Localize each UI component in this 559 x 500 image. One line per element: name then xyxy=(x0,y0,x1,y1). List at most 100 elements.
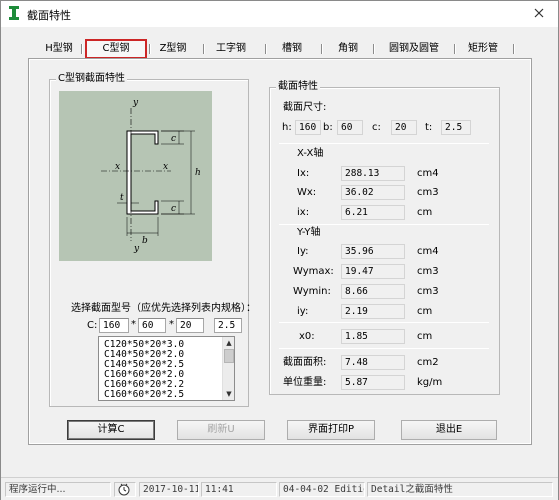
clock-cell xyxy=(114,482,136,497)
tab-z-steel[interactable]: Z型钢 xyxy=(153,39,193,59)
scroll-up-arrow-icon[interactable]: ▲ xyxy=(225,339,233,347)
scroll-thumb[interactable] xyxy=(224,349,234,363)
dim-c-value: 20 xyxy=(391,120,417,135)
prop-iy-cap-unit: cm4 xyxy=(417,246,439,257)
tab-i-beam[interactable]: 工字钢 xyxy=(209,39,253,59)
input-b[interactable]: 60 xyxy=(138,318,166,333)
prop-wymin-unit: cm3 xyxy=(417,286,439,297)
c-section-diagram: y y x x c c h t b xyxy=(59,91,212,261)
window-title: 截面特性 xyxy=(27,9,71,22)
dim-h-label: h: xyxy=(282,122,292,133)
status-time: 11:41 xyxy=(201,482,277,497)
input-h[interactable]: 160 xyxy=(99,318,129,333)
prop-x0-label: x0: xyxy=(299,331,315,342)
prop-weight-value: 5.87 xyxy=(341,375,405,390)
divider xyxy=(279,322,489,323)
prop-ix-cap-value: 288.13 xyxy=(341,166,405,181)
prop-wymin-value: 8.66 xyxy=(341,284,405,299)
prop-iy-label: iy: xyxy=(297,306,309,317)
print-screen-button[interactable]: 界面打印P xyxy=(287,420,375,440)
status-date: 2017-10-11 xyxy=(139,482,199,497)
separator-star: * xyxy=(131,319,136,330)
c-section-drawing: y y x x c c h t b xyxy=(101,98,201,254)
prop-area-unit: cm2 xyxy=(417,357,439,368)
exit-button[interactable]: 退出E xyxy=(401,420,497,440)
section-dims-title: 截面尺寸: xyxy=(283,102,327,113)
input-c[interactable]: 20 xyxy=(176,318,204,333)
label-c-top: c xyxy=(171,134,176,144)
prop-wymax-unit: cm3 xyxy=(417,266,439,277)
section-model-list[interactable]: C120*50*20*3.0 C140*50*20*2.0 C140*50*20… xyxy=(98,336,235,401)
prop-ix-value: 6.21 xyxy=(341,205,405,220)
prop-wymax-value: 19.47 xyxy=(341,264,405,279)
label-h: h xyxy=(195,168,201,178)
section-type-tabs: H型钢 C型钢 Z型钢 工字钢 槽钢 角钢 圆钢及圆管 矩形管 xyxy=(29,39,531,59)
tab-separator xyxy=(513,44,515,54)
status-module: Detail之截面特性 xyxy=(367,482,553,497)
divider xyxy=(279,143,489,144)
tab-h-steel[interactable]: H型钢 xyxy=(39,39,79,59)
tab-angle[interactable]: 角钢 xyxy=(331,39,365,59)
prop-wymax-label: Wymax: xyxy=(293,266,334,277)
prop-iy-cap-label: Iy: xyxy=(297,246,309,257)
group-title: C型钢截面特性 xyxy=(56,73,127,85)
tab-separator xyxy=(321,44,323,54)
tab-separator xyxy=(149,44,151,54)
tab-separator xyxy=(203,44,205,54)
prop-wx-value: 36.02 xyxy=(341,185,405,200)
list-item[interactable]: C160*60*20*2.5 xyxy=(104,390,184,400)
label-t: t xyxy=(120,193,124,203)
tab-round-bar-tube[interactable]: 圆钢及圆管 xyxy=(381,39,447,59)
prop-wx-label: Wx: xyxy=(297,187,317,198)
dim-t-label: t: xyxy=(425,122,433,133)
prop-iy-value: 2.19 xyxy=(341,304,405,319)
label-y-bottom: y xyxy=(133,244,140,254)
prop-wx-unit: cm3 xyxy=(417,187,439,198)
main-window: 截面特性 H型钢 C型钢 Z型钢 工字钢 槽钢 角钢 圆钢及圆管 矩形管 C型钢… xyxy=(0,0,559,500)
clock-icon xyxy=(118,483,130,496)
prop-iy-cap-value: 35.96 xyxy=(341,244,405,259)
label-c-bottom: c xyxy=(171,204,176,214)
label-x-right: x xyxy=(163,162,168,172)
label-b: b xyxy=(142,236,148,246)
status-message: 程序运行中... xyxy=(5,482,111,497)
list-scrollbar[interactable]: ▲ ▼ xyxy=(222,337,234,400)
scroll-down-arrow-icon[interactable]: ▼ xyxy=(225,390,233,398)
dim-b-label: b: xyxy=(323,122,333,133)
dim-b-value: 60 xyxy=(337,120,363,135)
xx-axis-title: X-X轴 xyxy=(297,148,324,159)
close-icon xyxy=(534,8,544,18)
tab-channel[interactable]: 槽钢 xyxy=(275,39,309,59)
divider xyxy=(279,224,489,225)
prop-ix-cap-label: Ix: xyxy=(297,168,310,179)
tab-rect-tube[interactable]: 矩形管 xyxy=(461,39,505,59)
tab-separator xyxy=(81,44,83,54)
prop-x0-value: 1.85 xyxy=(341,329,405,344)
dim-c-label: c: xyxy=(372,122,381,133)
close-button[interactable] xyxy=(530,5,548,21)
dim-h-value: 160 xyxy=(295,120,321,135)
prop-weight-label: 单位重量: xyxy=(283,377,327,388)
title-bar[interactable]: 截面特性 xyxy=(1,1,558,27)
app-icon xyxy=(9,6,19,20)
yy-axis-title: Y-Y轴 xyxy=(297,227,321,238)
prop-x0-unit: cm xyxy=(417,331,433,342)
prop-ix-cap-unit: cm4 xyxy=(417,168,439,179)
prop-ix-unit: cm xyxy=(417,207,433,218)
separator-star: * xyxy=(169,319,174,330)
refresh-button[interactable]: 刷新U xyxy=(177,420,265,440)
dim-t-value: 2.5 xyxy=(441,120,471,135)
prop-ix-label: ix: xyxy=(297,207,310,218)
tab-c-steel[interactable]: C型钢 xyxy=(85,39,147,59)
prop-area-label: 截面面积: xyxy=(283,357,327,368)
tab-separator xyxy=(454,44,456,54)
calculate-button[interactable]: 计算C xyxy=(67,420,155,440)
status-bar: 程序运行中... 2017-10-11 11:41 04-04-02 Editi… xyxy=(1,477,558,500)
prop-iy-unit: cm xyxy=(417,306,433,317)
tab-separator xyxy=(373,44,375,54)
divider xyxy=(279,348,489,349)
prop-area-value: 7.48 xyxy=(341,355,405,370)
select-section-prompt: 选择截面型号（应优先选择列表内规格）： xyxy=(71,303,256,314)
input-t[interactable]: 2.5 xyxy=(214,318,242,333)
prop-wymin-label: Wymin: xyxy=(293,286,331,297)
